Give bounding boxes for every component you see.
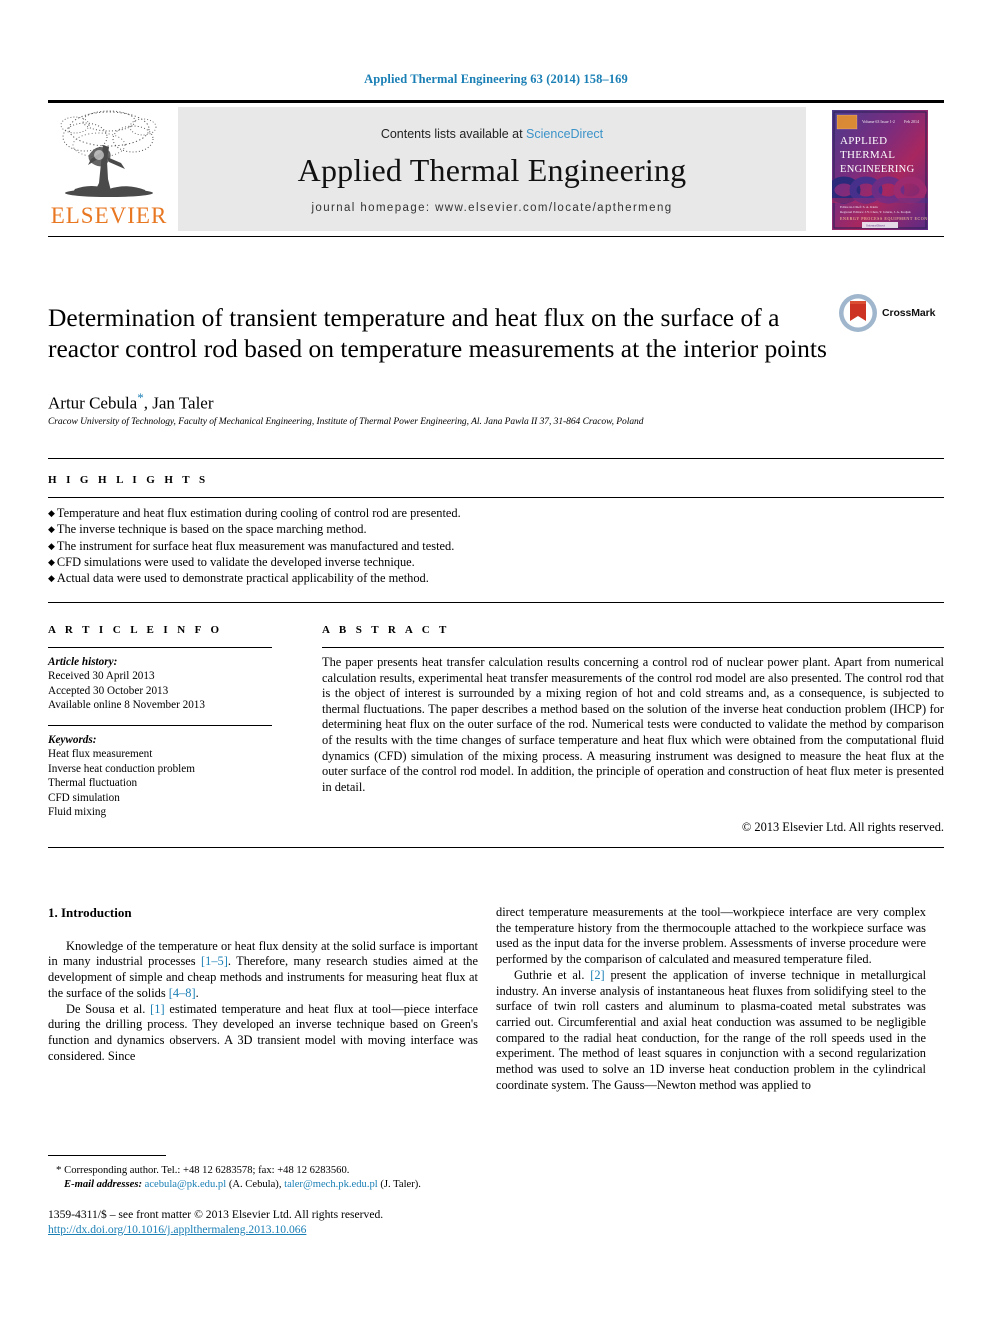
elsevier-logo: ELSEVIER bbox=[48, 107, 170, 235]
email-owner-1: (A. Cebula), bbox=[226, 1179, 285, 1190]
elsevier-tree-icon bbox=[60, 110, 157, 197]
journal-masthead: ELSEVIER Contents lists available at Sci… bbox=[48, 100, 944, 237]
author-primary: Artur Cebula bbox=[48, 393, 138, 413]
info-bottom-rule bbox=[48, 847, 944, 848]
footnote-line-1: * Corresponding author. Tel.: +48 12 628… bbox=[48, 1163, 478, 1178]
running-head: Applied Thermal Engineering 63 (2014) 15… bbox=[364, 72, 628, 86]
bullet-icon: ◆ bbox=[48, 524, 55, 535]
issn-frontmatter: 1359-4311/$ – see front matter © 2013 El… bbox=[48, 1208, 384, 1221]
email-link-taler[interactable]: taler@mech.pk.edu.pl bbox=[284, 1179, 378, 1190]
svg-text:APPLIED: APPLIED bbox=[840, 135, 887, 147]
list-item: ◆ Actual data were used to demonstrate pr… bbox=[48, 570, 748, 586]
body-column-left: 1. Introduction Knowledge of the tempera… bbox=[48, 905, 478, 1064]
highlights-top-rule bbox=[48, 458, 944, 459]
citation-ref[interactable]: [4–8] bbox=[169, 986, 196, 1000]
doi-link[interactable]: http://dx.doi.org/10.1016/j.applthermale… bbox=[48, 1222, 548, 1237]
imprint-block: 1359-4311/$ – see front matter © 2013 El… bbox=[48, 1207, 548, 1237]
page-title: Determination of transient temperature a… bbox=[48, 303, 827, 364]
citation-ref[interactable]: [1–5] bbox=[201, 954, 228, 968]
journal-cover-image: Volume 63 Issue 1-2 Feb 2014 APPLIED THE… bbox=[832, 110, 928, 230]
svg-text:Volume 63 Issue 1-2: Volume 63 Issue 1-2 bbox=[862, 119, 895, 124]
journal-cover-thumbnail: Volume 63 Issue 1-2 Feb 2014 APPLIED THE… bbox=[816, 107, 944, 233]
bullet-icon: ◆ bbox=[48, 540, 55, 551]
title-divider bbox=[48, 236, 944, 237]
contents-available-line: Contents lists available at ScienceDirec… bbox=[381, 127, 603, 141]
sciencedirect-link[interactable]: ScienceDirect bbox=[526, 127, 603, 141]
email-owner-2: (J. Taler). bbox=[377, 1179, 421, 1190]
author-list: Artur Cebula*, Jan Taler bbox=[48, 390, 848, 414]
citation-ref[interactable]: [1] bbox=[150, 1002, 164, 1016]
list-item: ◆ CFD simulations were used to validate t… bbox=[48, 554, 748, 570]
list-item: ◆ The inverse technique is based on the s… bbox=[48, 521, 748, 537]
highlight-text: The instrument for surface heat flux mea… bbox=[56, 538, 455, 553]
body-column-right: direct temperature measurements at the t… bbox=[496, 905, 926, 1093]
paragraph-text: Guthrie et al. bbox=[514, 967, 591, 982]
svg-text:Editor-in-Chief: S. A. Klein: Editor-in-Chief: S. A. Klein bbox=[840, 205, 878, 209]
paragraph-text: present the application of inverse techn… bbox=[496, 967, 927, 1092]
email-link-cebula[interactable]: acebula@pk.edu.pl bbox=[145, 1179, 227, 1190]
email-addresses-label: E-mail addresses: bbox=[64, 1179, 142, 1190]
svg-text:ENERGY PROCESS EQUIPMENT EC: ENERGY PROCESS EQUIPMENT ECONOMICS bbox=[840, 216, 928, 221]
crossmark-icon bbox=[839, 294, 877, 332]
article-info-rule bbox=[48, 647, 272, 648]
svg-text:THERMAL: THERMAL bbox=[840, 149, 895, 161]
paragraph-text: . bbox=[195, 985, 199, 1000]
list-item: ◆ Temperature and heat flux estimation du… bbox=[48, 505, 748, 521]
journal-band: Contents lists available at ScienceDirec… bbox=[178, 107, 806, 231]
paragraph-text: De Sousa et al. bbox=[66, 1001, 151, 1016]
highlight-text: CFD simulations were used to validate th… bbox=[56, 554, 415, 569]
footnote-contact: Corresponding author. Tel.: +48 12 62835… bbox=[61, 1165, 350, 1176]
corresponding-author-footnote: * Corresponding author. Tel.: +48 12 628… bbox=[48, 1163, 478, 1192]
paper-first-page: Applied Thermal Engineering 63 (2014) 15… bbox=[0, 0, 992, 1323]
svg-text:Feb 2014: Feb 2014 bbox=[904, 119, 919, 124]
paragraph: Guthrie et al. [2] present the applicati… bbox=[496, 968, 926, 1094]
keywords-block: Keywords: Heat flux measurement Inverse … bbox=[48, 733, 278, 819]
footnote-line-2: E-mail addresses: acebula@pk.edu.pl (A. … bbox=[48, 1178, 478, 1192]
info-top-rule bbox=[48, 602, 944, 603]
elsevier-wordmark: ELSEVIER bbox=[50, 203, 168, 228]
history-online: Available online 8 November 2013 bbox=[48, 699, 205, 712]
section-title-introduction: 1. Introduction bbox=[48, 905, 132, 920]
contents-prefix: Contents lists available at bbox=[380, 126, 527, 141]
bullet-icon: ◆ bbox=[48, 573, 55, 584]
history-received: Received 30 April 2013 bbox=[48, 670, 155, 683]
keyword-item: CFD simulation bbox=[48, 791, 120, 804]
bullet-icon: ◆ bbox=[48, 556, 55, 567]
bullet-icon: ◆ bbox=[48, 508, 55, 518]
paragraph: Knowledge of the temperature or heat flu… bbox=[48, 939, 478, 1002]
author-affiliation: Cracow University of Technology, Faculty… bbox=[48, 417, 644, 427]
abstract-heading: A B S T R A C T bbox=[322, 624, 450, 636]
journal-homepage[interactable]: journal homepage: www.elsevier.com/locat… bbox=[311, 202, 672, 214]
keyword-item: Inverse heat conduction problem bbox=[48, 762, 195, 775]
highlights-heading: H I G H L I G H T S bbox=[48, 474, 209, 486]
highlight-text: Actual data were used to demonstrate pra… bbox=[56, 571, 429, 586]
paragraph: direct temperature measurements at the t… bbox=[496, 905, 926, 967]
keywords-rule bbox=[48, 725, 272, 726]
list-item: ◆ The instrument for surface heat flux me… bbox=[48, 538, 748, 554]
highlight-text: The inverse technique is based on the sp… bbox=[56, 522, 367, 537]
crossmark-badge[interactable]: CrossMark bbox=[838, 290, 948, 336]
article-history: Article history: Received 30 April 2013 … bbox=[48, 655, 278, 713]
crossmark-label: CrossMark bbox=[882, 307, 936, 319]
paragraph: De Sousa et al. [1] estimated temperatur… bbox=[48, 1002, 478, 1065]
history-accepted: Accepted 30 October 2013 bbox=[48, 684, 169, 697]
highlights-rule bbox=[48, 497, 944, 498]
abstract-text: The paper presents heat transfer calcula… bbox=[322, 655, 944, 794]
highlights-list: ◆ Temperature and heat flux estimation du… bbox=[48, 505, 748, 586]
svg-text:ENGINEERING: ENGINEERING bbox=[840, 164, 915, 175]
author-secondary: , Jan Taler bbox=[143, 393, 214, 413]
footnote-rule bbox=[48, 1155, 166, 1156]
abstract-copyright: © 2013 Elsevier Ltd. All rights reserved… bbox=[741, 820, 944, 834]
keywords-label: Keywords: bbox=[48, 734, 97, 746]
highlight-text: Temperature and heat flux estimation dur… bbox=[56, 506, 461, 520]
citation-ref[interactable]: [2] bbox=[590, 968, 604, 982]
abstract-rule bbox=[322, 647, 944, 648]
article-info-heading: A R T I C L E I N F O bbox=[48, 624, 223, 636]
svg-text:ScienceDirect: ScienceDirect bbox=[866, 224, 885, 228]
keyword-item: Heat flux measurement bbox=[48, 748, 153, 761]
keyword-item: Thermal fluctuation bbox=[48, 777, 138, 790]
journal-title: Applied Thermal Engineering bbox=[297, 151, 687, 188]
article-history-label: Article history: bbox=[48, 656, 118, 668]
keyword-item: Fluid mixing bbox=[48, 806, 107, 819]
